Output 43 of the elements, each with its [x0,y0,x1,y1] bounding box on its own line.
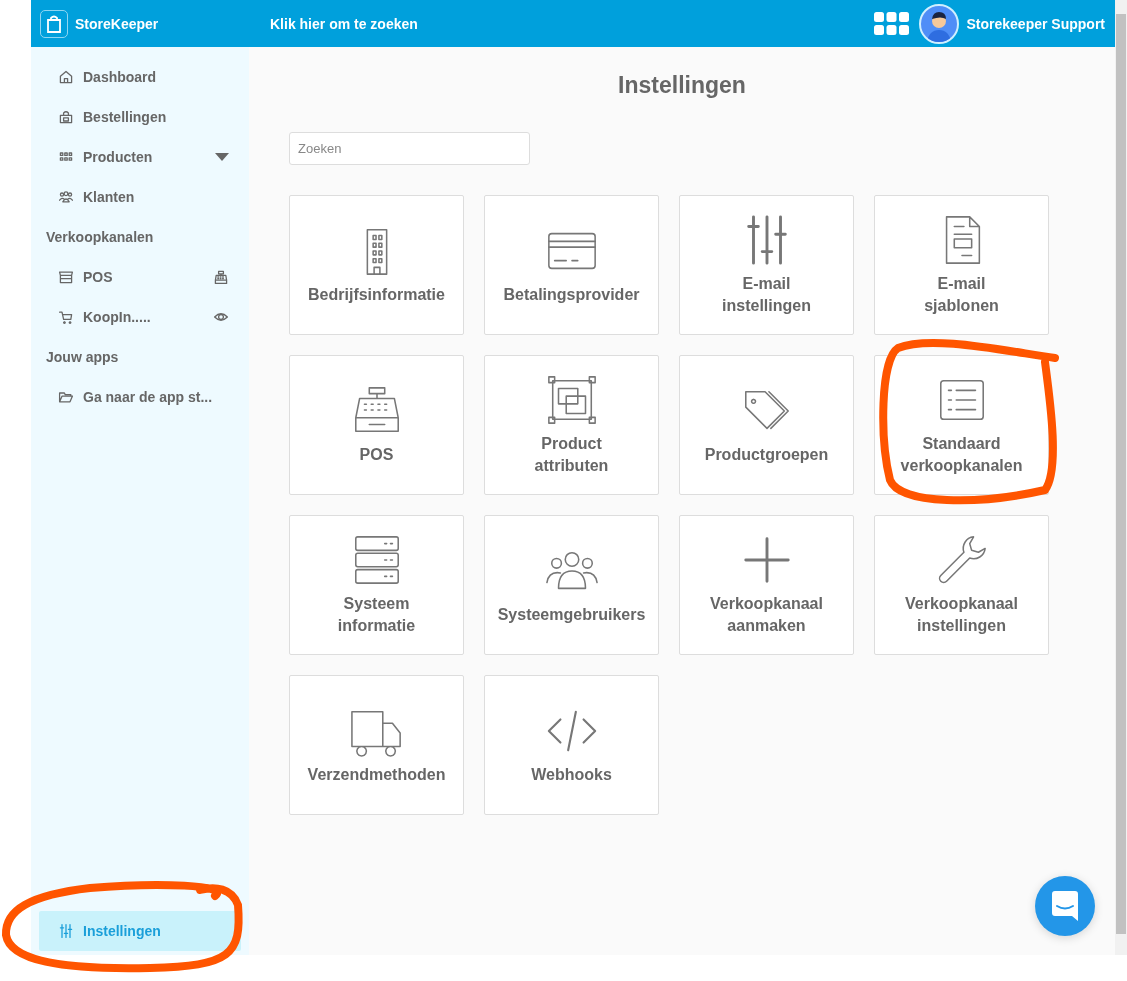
settings-tile[interactable]: Product attributen [484,355,659,495]
logo-icon[interactable] [40,9,68,38]
page-title: Instellingen [617,71,747,99]
settings-tile[interactable]: Systeemgebruikers [484,515,659,655]
home-icon [58,69,74,85]
settings-tile[interactable]: Standaard verkoopkanalen [874,355,1049,495]
storefront-icon [58,269,74,285]
folder-icon [58,389,74,405]
section-heading: Jouw apps [45,348,120,367]
settings-tile[interactable]: Bedrijfsinformatie [289,195,464,335]
settings-tile[interactable]: POS [289,355,464,495]
nav-item[interactable]: Klanten [39,177,241,217]
sliders-icon [58,923,74,939]
avatar-icon[interactable] [918,3,959,44]
section-heading: Verkoopkanalen [45,228,155,247]
nav-item[interactable]: Bestellingen [39,97,241,137]
settings-tile[interactable]: Betalingsprovider [484,195,659,335]
search-prompt[interactable]: Klik hier om te zoeken [270,15,874,32]
settings-tile[interactable]: Verzendmethoden [289,675,464,815]
shopping-bag-icon [58,109,74,125]
nav-item[interactable]: Ga naar de app st... [39,377,241,417]
caret-down-icon[interactable] [215,153,229,161]
settings-tile[interactable]: Webhooks [484,675,659,815]
nav-item[interactable]: POS [39,257,241,297]
user-name[interactable]: Storekeeper Support [966,15,1105,32]
nav-item[interactable]: Producten [39,137,241,177]
cart-icon [58,309,74,325]
users-icon [58,189,74,205]
settings-tile[interactable]: Productgroepen [679,355,854,495]
nav-item[interactable]: Dashboard [39,57,241,97]
settings-tile[interactable]: E-mail sjablonen [874,195,1049,335]
scrollbar[interactable] [1115,0,1127,955]
brand-name[interactable]: StoreKeeper [75,15,159,32]
nav-item[interactable]: KoopIn..... [39,297,241,337]
settings-tile[interactable]: Verkoopkanaal instellingen [874,515,1049,655]
search-field[interactable]: Zoeken [289,132,530,165]
apps-grid-icon[interactable] [873,11,909,36]
cash-register-icon[interactable] [213,269,229,285]
chat-bubble-icon [1052,891,1078,921]
settings-tile[interactable]: Systeem informatie [289,515,464,655]
chat-button[interactable] [1035,876,1095,936]
settings-tile[interactable]: Verkoopkanaal aanmaken [679,515,854,655]
settings-tile[interactable]: E-mail instellingen [679,195,854,335]
